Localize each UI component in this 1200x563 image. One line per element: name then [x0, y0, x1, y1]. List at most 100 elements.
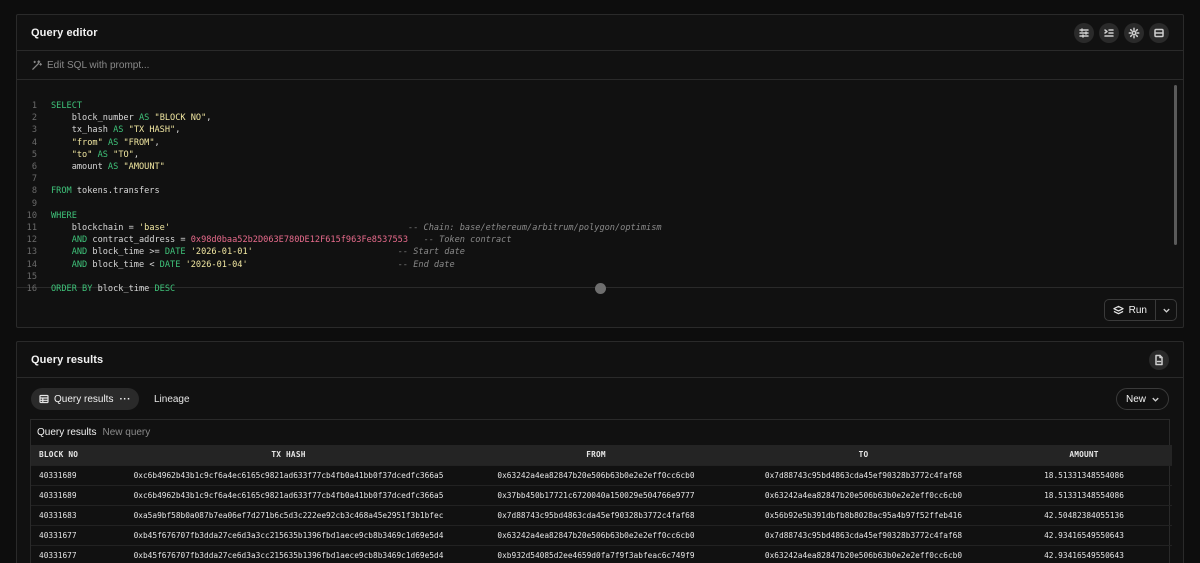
cell-amount[interactable]: 18.51331348554086: [996, 465, 1172, 485]
sql-code-editor[interactable]: 1 SELECT 2 block_number AS "BLOCK NO", 3 tx…: [17, 88, 1183, 294]
query-results-title: Query results: [31, 353, 104, 366]
cell-block-no[interactable]: 40331677: [31, 545, 116, 563]
column-header-from[interactable]: FROM: [461, 445, 731, 465]
code-token: DATE: [159, 259, 181, 270]
cell-block-no[interactable]: 40331689: [31, 465, 116, 485]
subtab-query-results[interactable]: Query results: [37, 427, 96, 438]
cell-to[interactable]: 0x63242a4ea82847b20e506b63b0e2e2eff0cc6c…: [731, 485, 996, 505]
cell-amount[interactable]: 42.50482384055136: [996, 505, 1172, 525]
cell-to[interactable]: 0x7d88743c95bd4863cda45ef90328b3772c4faf…: [731, 465, 996, 485]
subtab-new-query[interactable]: New query: [102, 427, 150, 438]
run-label: Run: [1128, 304, 1147, 316]
results-table-container: Query results New query BLOCK NO TX HASH…: [30, 419, 1172, 563]
code-token: AND: [71, 235, 88, 246]
code-token: AND: [71, 247, 88, 258]
code-token: FROM: [51, 186, 72, 197]
line-number: 14: [26, 259, 37, 270]
code-token: "FROM": [123, 137, 155, 148]
editor-toolbar: [1074, 22, 1169, 43]
format-icon[interactable]: [1099, 22, 1119, 43]
cell-from[interactable]: 0x63242a4ea82847b20e506b63b0e2e2eff0cc6c…: [461, 525, 731, 545]
code-token: amount: [51, 162, 108, 172]
cell-amount[interactable]: 42.93416549550643: [996, 525, 1172, 545]
code-text: SELECT: [51, 100, 82, 112]
line-number: 16: [26, 284, 37, 294]
code-text: WHERE: [51, 210, 77, 222]
code-token: blockchain =: [51, 223, 139, 233]
code-token: '2026-01-04': [185, 259, 248, 270]
code-token: ,: [175, 125, 181, 136]
table-row[interactable]: 40331677 0xb45f676707fb3dda27ce6d3a3cc215…: [31, 545, 1172, 563]
code-token: 0x98d0baa52b2D063E780DE12F615f963Fe85375…: [190, 235, 409, 246]
code-token: -- Start date: [397, 247, 465, 258]
layout-icon[interactable]: [1149, 22, 1169, 43]
code-token: ,: [206, 113, 212, 124]
cell-amount[interactable]: 18.51331348554086: [996, 485, 1172, 505]
code-token: "BLOCK NO": [154, 113, 207, 124]
tab-query-results[interactable]: Query results ···: [31, 388, 139, 410]
cell-tx-hash[interactable]: 0xb45f676707fb3dda27ce6d3a3cc215635b1396…: [116, 525, 461, 545]
gear-icon[interactable]: [1124, 22, 1144, 43]
edit-sql-prompt[interactable]: Edit SQL with prompt...: [17, 51, 1183, 80]
new-label: New: [1125, 393, 1146, 405]
run-options-dropdown[interactable]: [1156, 300, 1176, 320]
layers-icon: [1112, 305, 1124, 314]
code-token: -- Token contract: [423, 235, 512, 246]
code-token: '2026-01-01': [190, 247, 253, 258]
cell-to[interactable]: 0x7d88743c95bd4863cda45ef90328b3772c4faf…: [731, 525, 996, 545]
table-row[interactable]: 40331683 0xa5a9bf58b0a087b7ea06ef7d271b6c…: [31, 505, 1172, 525]
column-header-to[interactable]: TO: [731, 445, 996, 465]
cell-to[interactable]: 0x63242a4ea82847b20e506b63b0e2e2eff0cc6c…: [731, 545, 996, 563]
code-text: block_number AS "BLOCK NO",: [51, 112, 212, 124]
column-header-amount[interactable]: AMOUNT: [996, 445, 1172, 465]
code-token: DESC: [154, 284, 176, 294]
line-number: 10: [26, 210, 37, 221]
cell-block-no[interactable]: 40331677: [31, 525, 116, 545]
run-button-group: Run: [1103, 299, 1177, 321]
code-text: tx_hash AS "TX HASH",: [51, 124, 181, 136]
code-token: "from": [51, 137, 103, 148]
tab-query-results-label: Query results: [54, 393, 114, 405]
cell-tx-hash[interactable]: 0xb45f676707fb3dda27ce6d3a3cc215635b1396…: [116, 545, 461, 563]
table-row[interactable]: 40331677 0xb45f676707fb3dda27ce6d3a3cc215…: [31, 525, 1172, 545]
cell-from[interactable]: 0x63242a4ea82847b20e506b63b0e2e2eff0cc6c…: [461, 465, 731, 485]
query-editor-panel: Query editor Edit SQL with prompt... 1 SE…: [16, 14, 1184, 328]
code-text: ORDER BY block_time DESC: [51, 283, 175, 295]
code-token: "TX HASH": [128, 125, 176, 136]
cell-tx-hash[interactable]: 0xc6b4962b43b1c9cf6a4ec6165c9821ad633f77…: [116, 485, 461, 505]
more-options-icon[interactable]: ···: [119, 394, 131, 405]
column-header-block-no[interactable]: BLOCK NO: [31, 445, 116, 465]
table-row[interactable]: 40331689 0xc6b4962b43b1c9cf6a4ec6165c9821…: [31, 465, 1172, 485]
cell-from[interactable]: 0x7d88743c95bd4863cda45ef90328b3772c4faf…: [461, 505, 731, 525]
code-token: block_number: [51, 113, 139, 124]
run-button[interactable]: Run: [1105, 300, 1156, 320]
code-token: ORDER BY: [51, 284, 93, 294]
sliders-icon[interactable]: [1074, 22, 1094, 43]
resize-handle[interactable]: [595, 283, 606, 294]
cell-tx-hash[interactable]: 0xa5a9bf58b0a087b7ea06ef7d271b6c5d3c222e…: [116, 505, 461, 525]
cell-amount[interactable]: 42.93416549550643: [996, 545, 1172, 563]
cell-from[interactable]: 0xb932d54085d2ee4659d0fa7f9f3abfeac6c749…: [461, 545, 731, 563]
results-tabs: Query results ··· Lineage New: [31, 388, 1169, 410]
code-token: -- End date: [397, 259, 455, 270]
tab-lineage[interactable]: Lineage: [154, 394, 190, 405]
table-row[interactable]: 40331689 0xc6b4962b43b1c9cf6a4ec6165c9821…: [31, 485, 1172, 505]
cell-block-no[interactable]: 40331683: [31, 505, 116, 525]
column-header-tx-hash[interactable]: TX HASH: [116, 445, 461, 465]
new-dropdown[interactable]: New: [1115, 388, 1169, 410]
code-token: block_time <: [87, 259, 160, 270]
cell-to[interactable]: 0x56b92e5b391dbfb8b8028ac95a4b97f52ffeb4…: [731, 505, 996, 525]
cell-from[interactable]: 0x37bb450b17721c6720040a150029e504766e97…: [461, 485, 731, 505]
cell-tx-hash[interactable]: 0xc6b4962b43b1c9cf6a4ec6165c9821ad633f77…: [116, 465, 461, 485]
export-file-icon[interactable]: [1149, 349, 1169, 370]
cell-block-no[interactable]: 40331689: [31, 485, 116, 505]
results-subtabs: Query results New query: [31, 420, 1169, 445]
editor-scrollbar[interactable]: [1174, 85, 1177, 245]
code-token: block_time: [92, 284, 155, 294]
